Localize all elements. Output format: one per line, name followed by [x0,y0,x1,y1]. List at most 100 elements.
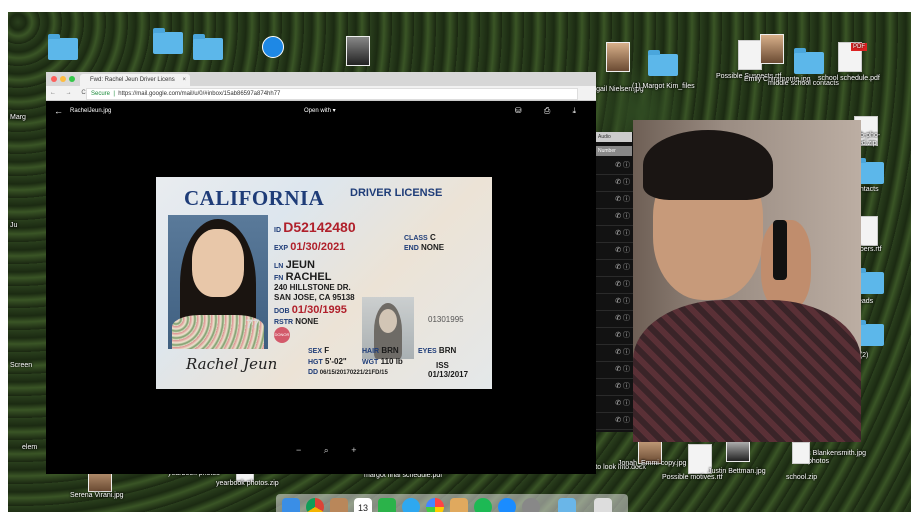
license-state: CALIFORNIA [184,186,325,210]
trash-icon[interactable] [594,498,612,512]
contact-row[interactable]: ✆ ⓘ [596,260,633,277]
desktop-folder[interactable] [153,28,183,54]
field-address2: SAN JOSE, CA 95138 [274,293,355,302]
system-preferences-icon[interactable] [522,498,540,512]
audio-tab[interactable]: Audio [596,132,632,142]
label-left-3: elem [22,444,38,451]
desktop-file-possible-suspects[interactable] [738,40,762,70]
desktop-photo[interactable] [346,36,370,66]
nav-buttons[interactable]: ← → C [50,86,90,100]
desktop-safari[interactable] [262,36,284,58]
back-arrow-icon[interactable]: ← [54,101,63,121]
contacts-icon[interactable] [330,498,348,512]
field-ln: LN JEUN [274,259,315,271]
video-frame: Abigail Nielsen.jpg (1) Margot Kim_files… [0,0,919,530]
desktop-folder-margot-kim[interactable] [648,50,678,76]
facetime-video [633,120,861,442]
contacts-list: ✆ ⓘ ✆ ⓘ ✆ ⓘ ✆ ⓘ ✆ ⓘ ✆ ⓘ ✆ ⓘ ✆ ⓘ ✆ ⓘ ✆ ⓘ … [596,132,633,432]
desktop-file-abigail[interactable] [598,42,638,72]
contact-row[interactable]: ✆ ⓘ [596,345,633,362]
maximize-window-button[interactable] [69,76,75,82]
spotify-icon[interactable] [474,498,492,512]
contact-row[interactable]: ✆ ⓘ [596,277,633,294]
folder-icon [648,50,678,76]
contact-row[interactable]: ✆ ⓘ [596,209,633,226]
app-store-icon[interactable] [498,498,516,512]
label-photos: photos [808,458,830,465]
desktop-zip-school[interactable] [792,442,810,464]
folder-icon [193,34,223,60]
zip-icon [792,442,810,464]
viewer-toolbar: ← RachelJeun.jpg Open with ▾ ⛁ ⎙ ⤓ [46,101,596,121]
chrome-icon[interactable] [306,498,324,512]
field-dd: DD 06/15/20170221/21FD/15 [308,369,388,376]
field-class: CLASS C [404,233,436,242]
desktop-folder-middle-school[interactable] [794,48,824,74]
contact-row[interactable]: ✆ ⓘ [596,362,633,379]
zoom-controls[interactable]: − ⌕ + [296,445,367,456]
desktop-folder[interactable] [193,34,223,60]
field-iss-label: ISS [436,361,449,370]
driver-license-image: CALIFORNIA DRIVER LICENSE 77 ID D5214248… [156,177,492,389]
license-doc-type: DRIVER LICENSE [350,187,443,199]
messages-icon[interactable] [402,498,420,512]
safari-icon [262,36,284,58]
preview-icon[interactable] [450,498,468,512]
contact-row[interactable]: ✆ ⓘ [596,226,633,243]
tab-gmail[interactable]: Fwd: Rachel Jeun Driver Licens × [80,74,190,86]
contact-row[interactable]: ✆ ⓘ [596,158,633,175]
contact-row[interactable]: ✆ ⓘ [596,413,633,430]
field-hgt: HGT 5'-02" [308,357,347,366]
label-left-1: Ju [10,222,18,229]
field-hair: HAIR BRN [362,346,399,355]
contact-row[interactable]: ✆ ⓘ [596,311,633,328]
open-with-button[interactable]: Open with ▾ [304,101,336,121]
tab-close-icon[interactable]: × [182,74,186,86]
image-icon [760,34,784,64]
label-possible-motives: Possible motives.rtf [662,474,723,481]
minimize-window-button[interactable] [60,76,66,82]
desktop-folder[interactable] [48,34,78,60]
address-bar[interactable]: Secure | https://mail.google.com/mail/u/… [86,88,578,100]
desktop-file-school-schedule[interactable] [838,42,867,72]
photo-overlay: 77 [246,317,260,331]
tab-strip: Fwd: Rachel Jeun Driver Licens × [46,72,596,86]
field-eyes: EYES BRN [418,346,457,355]
contact-row[interactable]: ✆ ⓘ [596,328,633,345]
folder-icon [794,48,824,74]
folder-icon [48,34,78,60]
label-right-0: fb-pho- [858,132,881,139]
label-yearbook-photos-zip: yearbook photos.zip [216,480,279,487]
viewer-filename: RachelJeun.jpg [70,108,112,114]
viewer-actions[interactable]: ⛁ ⎙ ⤓ [515,101,586,121]
document-icon [738,40,762,70]
field-fn: FN RACHEL [274,271,332,283]
desktop-file-emily[interactable] [760,34,784,64]
field-iss: 01/13/2017 [428,370,469,379]
contact-row[interactable]: ✆ ⓘ [596,175,633,192]
close-window-button[interactable] [51,76,57,82]
document-number: 01301995 [428,315,464,324]
contact-row[interactable]: ✆ ⓘ [596,396,633,413]
contact-row[interactable]: ✆ ⓘ [596,192,633,209]
field-id: ID D52142480 [274,219,356,235]
field-wgt: WGT 110 lb [362,357,403,366]
calendar-icon[interactable]: 13 [354,498,372,512]
label-justin: Justin Bettman.jpg [708,468,766,475]
desktop: Abigail Nielsen.jpg (1) Margot Kim_files… [8,12,911,512]
finder-icon[interactable] [282,498,300,512]
number-tab[interactable]: Number [596,146,632,156]
contact-row[interactable]: ✆ ⓘ [596,379,633,396]
field-exp: EXP 01/30/2021 [274,241,346,253]
photos-icon[interactable] [426,498,444,512]
label-school-schedule: school schedule.pdf [818,75,880,82]
signature: Rachel Jeun [186,355,278,373]
secure-label: Secure [91,91,111,97]
contact-row[interactable]: ✆ ⓘ [596,294,633,311]
contact-row[interactable]: ✆ ⓘ [596,243,633,260]
facetime-icon[interactable] [378,498,396,512]
url-text: https://mail.google.com/mail/u/0/#inbox/… [118,91,281,97]
downloads-icon[interactable] [558,498,576,512]
address-bar-row: ← → C Secure | https://mail.google.com/m… [46,86,596,101]
label-school-zip: school.zip [786,474,818,481]
